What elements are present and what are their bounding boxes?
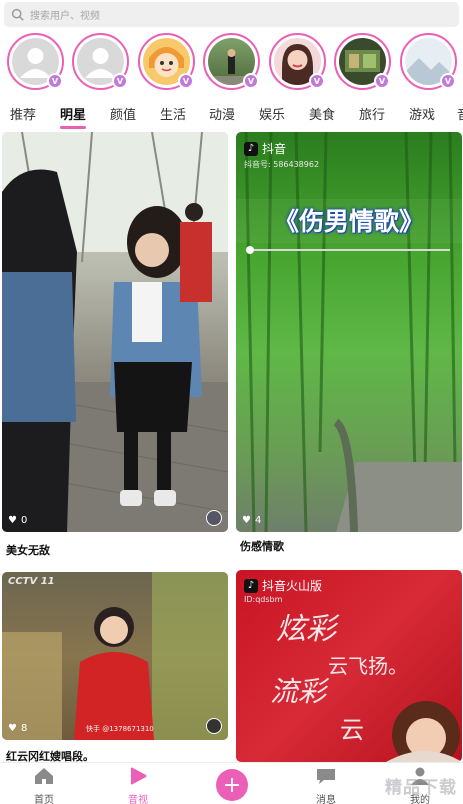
home-icon	[35, 768, 53, 784]
video-card[interactable]: CCTV 11 快手 @1378671310 ♥ 8	[2, 572, 228, 740]
verified-badge-icon: V	[112, 73, 128, 89]
video-card[interactable]: ♪ 抖音火山版 ID:qdsbm 炫彩 云飞扬。 流彩 云	[236, 570, 462, 762]
tv-channel-logo: CCTV 11	[8, 576, 55, 587]
account-id: 抖音号: 586438962	[244, 160, 320, 169]
search-input[interactable]: 搜索用户、视频	[4, 2, 459, 27]
likes-count: ♥ 8	[8, 723, 28, 734]
heart-icon: ♥	[242, 515, 251, 526]
tab-looks[interactable]: 颜值	[110, 104, 136, 123]
overlay-text-1: 炫彩	[276, 612, 336, 647]
video-card[interactable]: ♥ 0	[2, 132, 228, 532]
nav-video[interactable]: 音视	[108, 767, 168, 804]
avatar-strip: V V V V V V V	[0, 33, 463, 93]
verified-badge-icon: V	[374, 73, 390, 89]
overlay-title: 《伤男情歌》	[273, 207, 424, 236]
tab-travel[interactable]: 旅行	[359, 104, 385, 123]
search-icon	[11, 8, 24, 21]
tiktok-icon: ♪	[244, 578, 258, 593]
search-bar: 搜索用户、视频	[0, 0, 463, 30]
account-id: ID:qdsbm	[244, 595, 283, 604]
plus-icon: +	[222, 772, 242, 798]
likes-count: ♥ 4	[242, 515, 262, 526]
video-caption[interactable]: 伤感情歌	[240, 538, 284, 554]
tab-music[interactable]: 音	[457, 104, 463, 123]
verified-badge-icon: V	[440, 73, 456, 89]
heart-icon: ♥	[8, 723, 17, 734]
overlay-text-4: 云	[340, 716, 364, 744]
tiktok-icon: ♪	[244, 141, 258, 156]
verified-badge-icon: V	[47, 73, 63, 89]
message-icon	[317, 769, 335, 784]
tab-recommend[interactable]: 推荐	[10, 104, 36, 123]
likes-count: ♥ 0	[8, 515, 28, 526]
video-thumbnail	[236, 132, 462, 532]
video-card[interactable]: ♪ 抖音 抖音号: 586438962 《伤男情歌》 ♥ 4	[236, 132, 462, 532]
video-thumbnail	[2, 132, 228, 532]
author-avatar[interactable]	[206, 510, 222, 526]
nav-messages[interactable]: 消息	[296, 767, 356, 804]
avatar-6[interactable]: V	[334, 33, 391, 90]
app-watermark: ♪ 抖音	[244, 140, 286, 157]
tab-stars[interactable]: 明星	[60, 104, 87, 129]
avatar-4[interactable]: V	[203, 33, 260, 90]
verified-badge-icon: V	[178, 73, 194, 89]
video-caption[interactable]: 红云冈红嫂唱段。	[6, 748, 94, 762]
avatar-3[interactable]: V	[138, 33, 195, 90]
tab-food[interactable]: 美食	[309, 104, 335, 123]
video-feed: ♥ 0 美女无敌 ♪ 抖音 抖音号: 586438962 《伤男情歌》 ♥ 4 …	[0, 132, 463, 762]
tab-games[interactable]: 游戏	[409, 104, 435, 123]
create-button[interactable]: +	[216, 769, 248, 801]
video-play-icon	[131, 767, 147, 785]
video-thumbnail	[2, 572, 228, 740]
verified-badge-icon: V	[309, 73, 325, 89]
category-tabs: 推荐 明星 颜值 生活 动漫 娱乐 美食 旅行 游戏 音	[0, 100, 463, 130]
video-caption[interactable]: 美女无敌	[6, 542, 50, 558]
kuaishou-watermark: 快手 @1378671310	[86, 725, 154, 733]
tab-anime[interactable]: 动漫	[209, 104, 235, 123]
search-placeholder: 搜索用户、视频	[30, 11, 100, 22]
tab-life[interactable]: 生活	[160, 104, 186, 123]
overlay-text-2: 云飞扬。	[328, 654, 408, 678]
app-watermark: ♪ 抖音火山版	[244, 577, 322, 594]
bottom-nav: 首页 音视 + 消息 我的 精品下载	[0, 762, 463, 804]
site-watermark: 精品下载	[385, 778, 457, 798]
avatar-7[interactable]: V	[400, 33, 457, 90]
heart-icon: ♥	[8, 515, 17, 526]
avatar-1[interactable]: V	[7, 33, 64, 90]
verified-badge-icon: V	[243, 73, 259, 89]
avatar-5[interactable]: V	[269, 33, 326, 90]
overlay-text-3: 流彩	[270, 675, 327, 708]
author-avatar[interactable]	[206, 718, 222, 734]
nav-home[interactable]: 首页	[14, 767, 74, 804]
tab-entertainment[interactable]: 娱乐	[259, 104, 285, 123]
avatar-2[interactable]: V	[72, 33, 129, 90]
